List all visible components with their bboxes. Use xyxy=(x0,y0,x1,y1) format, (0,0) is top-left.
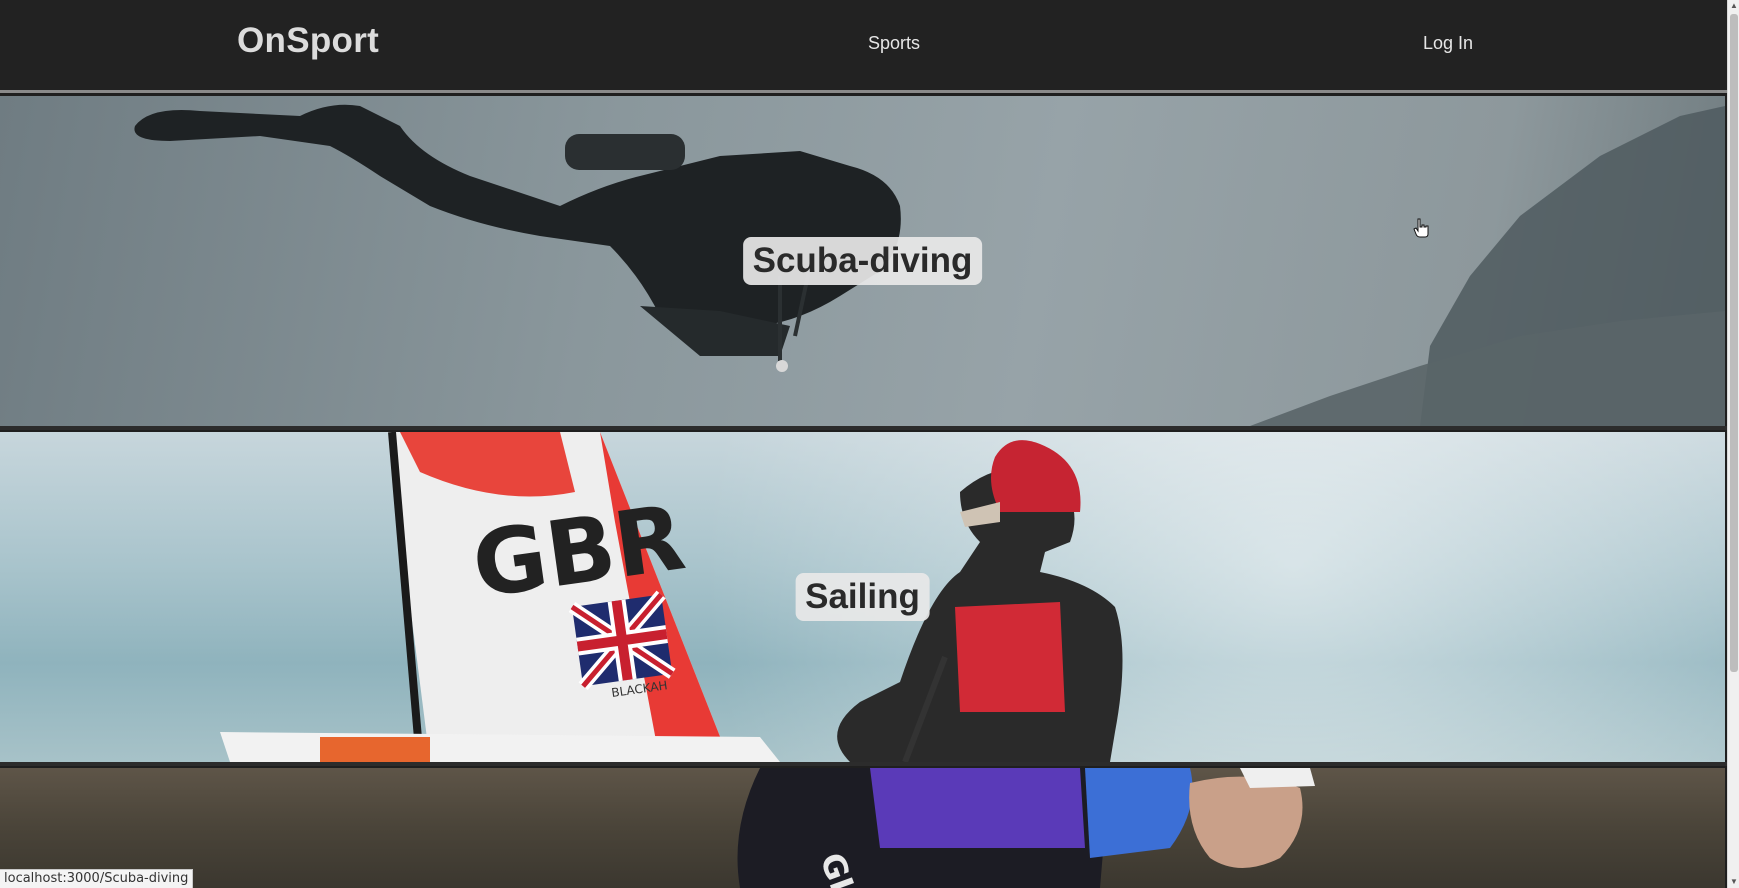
cycling-photo: GIA xyxy=(737,768,1315,888)
hand-pointer-icon xyxy=(1413,218,1429,238)
sport-tile-cycling[interactable]: GIA xyxy=(0,768,1725,888)
tile-divider xyxy=(0,426,1727,430)
brand-logo[interactable]: OnSport xyxy=(237,21,379,61)
sport-label-scuba-diving[interactable]: Scuba-diving xyxy=(742,237,983,285)
tile-divider xyxy=(0,762,1727,766)
nav-link-sports[interactable]: Sports xyxy=(868,33,920,54)
scroll-up-icon[interactable]: ▲ xyxy=(1728,0,1739,12)
sport-tile-scuba-diving[interactable]: Scuba-diving xyxy=(0,96,1725,426)
page: OnSport Sports Log In Scuba-diving GBR B… xyxy=(0,0,1739,888)
navbar: OnSport Sports Log In xyxy=(0,0,1727,93)
nav-link-login[interactable]: Log In xyxy=(1423,33,1473,54)
scroll-down-icon[interactable]: ▼ xyxy=(1728,876,1739,888)
scrollbar-thumb[interactable] xyxy=(1730,14,1738,672)
link-status-bar: localhost:3000/Scuba-diving xyxy=(0,869,194,888)
sport-label-sailing[interactable]: Sailing xyxy=(795,573,930,621)
sport-tile-sailing[interactable]: GBR BLACKAH Sailing xyxy=(0,432,1725,762)
page-scrollbar[interactable]: ▲ ▼ xyxy=(1727,0,1739,888)
